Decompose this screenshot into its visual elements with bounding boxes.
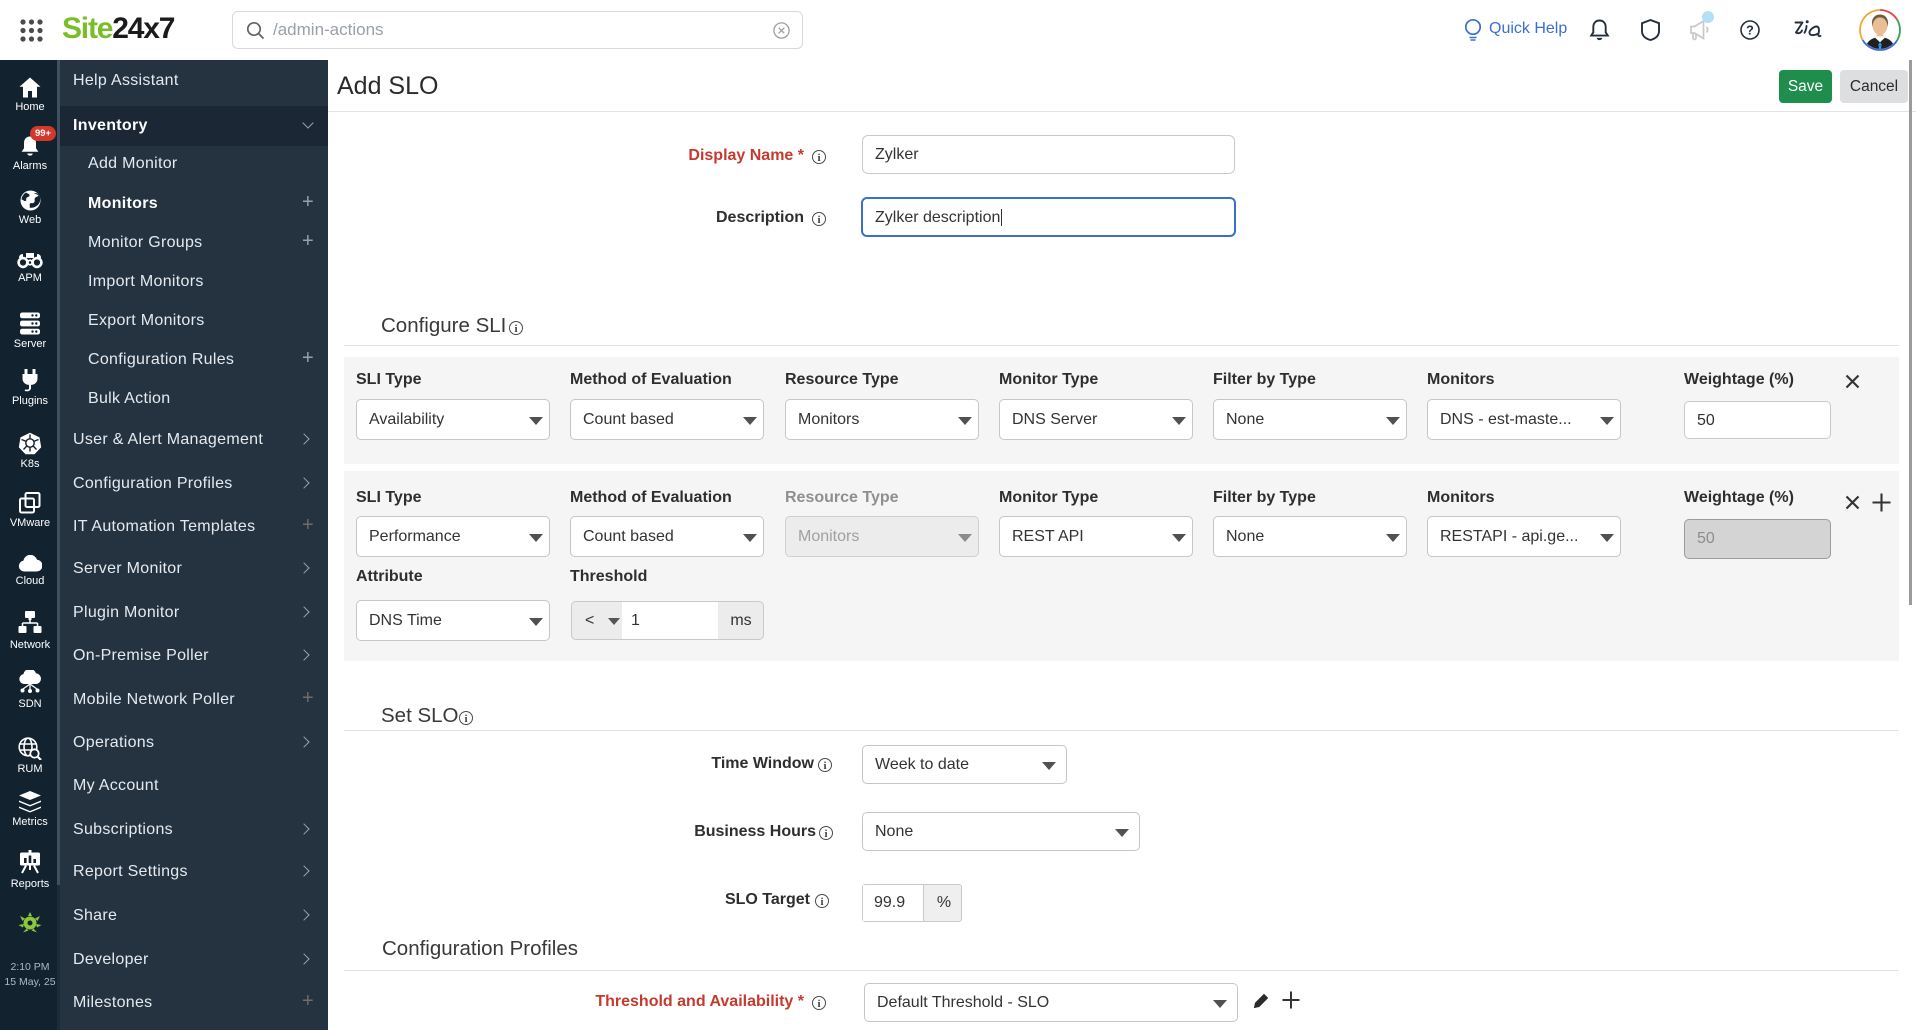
svg-text:?: ? [1746,24,1754,38]
